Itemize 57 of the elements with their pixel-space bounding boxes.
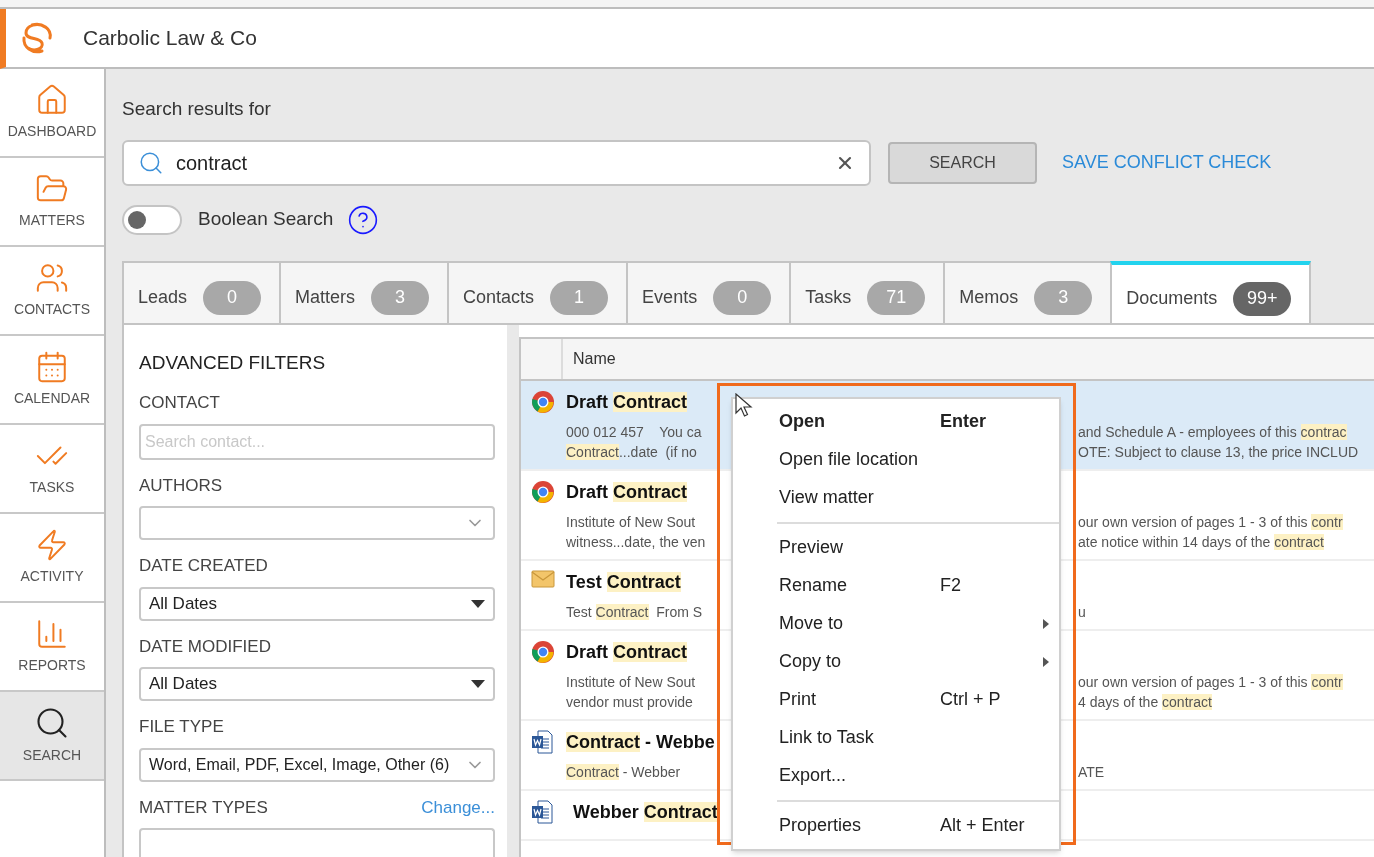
results-tab[interactable]: Contacts 1	[447, 260, 629, 323]
menu-item[interactable]: View matter	[733, 478, 1059, 517]
snippet-text: ATE	[1078, 762, 1105, 782]
snippet-text: Contract...date (if no	[566, 442, 697, 462]
document-title: Draft Contract	[566, 481, 688, 502]
filters-title: ADVANCED FILTERS	[139, 350, 326, 375]
snippet-text: vendor must provide	[566, 692, 693, 712]
snippet-text: witness...date, the ven	[566, 532, 706, 552]
menu-item[interactable]: Properties Alt + Enter	[733, 806, 1059, 845]
document-title: Draft Contract	[566, 641, 688, 662]
document-title: Contract - Webbe	[566, 731, 715, 752]
results-tab[interactable]: Memos 3	[943, 260, 1113, 323]
search-button[interactable]: SEARCH	[888, 141, 1037, 184]
snippet-text: Institute of New Sout	[566, 672, 696, 692]
results-tab[interactable]: Events 0	[626, 260, 792, 323]
menu-item[interactable]: Export...	[733, 756, 1059, 795]
snippet-text: u	[1078, 602, 1086, 622]
menu-item[interactable]: Open Enter	[733, 402, 1059, 441]
menu-item[interactable]: Copy to	[733, 642, 1059, 681]
menu-item[interactable]: Preview	[733, 528, 1059, 567]
search-heading: Search results for	[122, 97, 271, 121]
results-tab[interactable]: Leads 0	[122, 260, 282, 323]
menu-item[interactable]: Print Ctrl + P	[733, 680, 1059, 719]
search-field[interactable]: contract	[122, 139, 871, 186]
filter-label: FILE TYPE	[139, 716, 224, 738]
filter-label: AUTHORS	[139, 474, 223, 497]
document-title: Draft Contract	[566, 391, 688, 412]
dropdown-field[interactable]: All Dates	[139, 667, 495, 701]
boolean-search-label: Boolean Search	[198, 207, 334, 232]
snippet-text: 4 days of the contract	[1078, 692, 1212, 712]
column-header[interactable]: Name	[563, 346, 616, 371]
select-field[interactable]: Word, Email, PDF, Excel, Image, Other (6)	[139, 747, 495, 782]
results-tab[interactable]: Tasks 71	[789, 260, 946, 323]
change-link[interactable]: Change...	[421, 794, 495, 820]
document-title: Test Contract	[566, 571, 681, 592]
filter-label: CONTACT	[139, 392, 220, 414]
results-tab[interactable]: Matters 3	[279, 260, 450, 323]
firm-name: Carbolic Law & Co	[83, 25, 257, 52]
filter-label: MATTER TYPES	[139, 796, 268, 819]
filter-label: DATE CREATED	[139, 555, 268, 577]
snippet-text: OTE: Subject to clause 13, the price INCLUD	[1078, 442, 1359, 462]
menu-item[interactable]: Link to Task	[733, 718, 1059, 757]
snippet-text: our own version of pages 1 - 3 of this contr	[1078, 512, 1343, 532]
results-tab[interactable]: Documents 99+	[1110, 260, 1312, 323]
menu-item[interactable]: Rename F2	[733, 566, 1059, 605]
snippet-text: Institute of New Sout	[566, 512, 696, 532]
snippet-text: 000 012 457 You ca	[566, 422, 702, 442]
snippet-text: and Schedule A - employees of this contrac	[1078, 422, 1347, 442]
snippet-text: ate notice within 14 days of the contract	[1078, 532, 1324, 552]
snippet-text: our own version of pages 1 - 3 of this contr	[1078, 672, 1343, 692]
snippet-text: Contract - Webber	[566, 762, 681, 782]
snippet-text: Test Contract From S	[566, 602, 703, 622]
filter-label: DATE MODIFIED	[139, 635, 271, 658]
dropdown-field[interactable]: All Dates	[139, 586, 495, 621]
menu-item[interactable]: Move to	[733, 604, 1059, 643]
document-title: Webber Contract	[573, 801, 718, 822]
nav-item[interactable]: SEARCH	[0, 692, 104, 781]
